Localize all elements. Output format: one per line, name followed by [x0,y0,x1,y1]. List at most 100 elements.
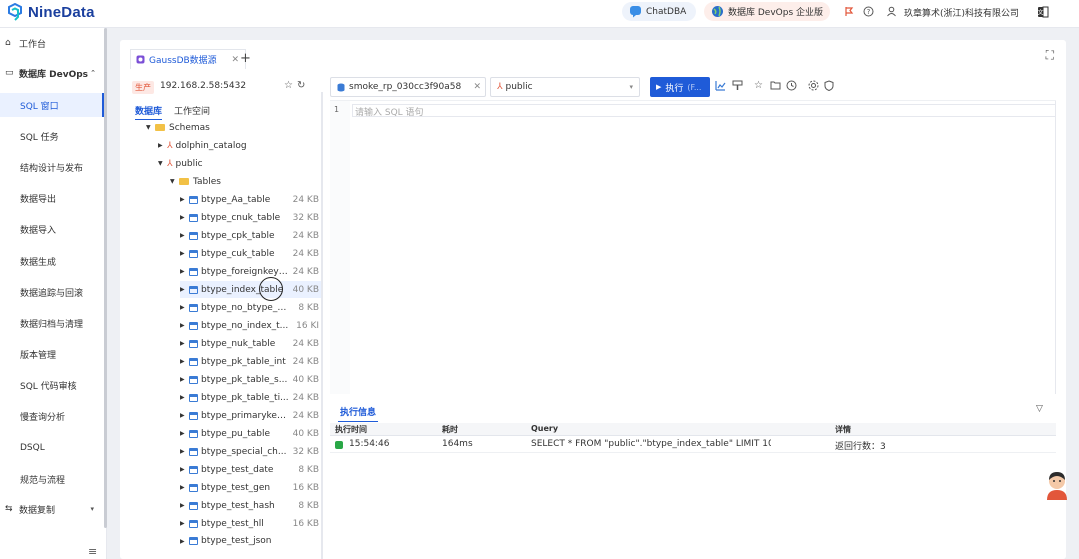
clear-icon[interactable]: ✕ [473,82,481,92]
success-status-icon [335,441,343,449]
sql-input[interactable]: 请输入 SQL 语句 [352,104,1056,118]
table-row[interactable]: ▶ btype_test_hll 16 KB [180,515,321,532]
table-row[interactable]: ▶ btype_nuk_table 24 KB [180,335,321,352]
sidebar-item-sql-task[interactable]: SQL 任务 [0,124,104,148]
logo[interactable]: NineData [6,3,95,21]
table-row[interactable]: ▶ btype_test_gen 16 KB [180,479,321,496]
sidebar-item-data-export[interactable]: 数据导出 [0,186,104,210]
table-row[interactable]: ▶ btype_pu_table 40 KB [180,425,321,442]
sidebar-item-workbench[interactable]: ⌂ 工作台 [0,31,104,55]
tree-node-tables[interactable]: ▼ Tables [170,173,221,190]
sidebar-item-data-tracking[interactable]: 数据追踪与回滚 [0,280,104,304]
sidebar-item-standards[interactable]: 规范与流程 [0,467,104,491]
sidebar-item-schema-design[interactable]: 结构设计与发布 [0,155,104,179]
table-name: btype_cnuk_table [201,212,281,223]
table-row[interactable]: ▶ btype_no_index_t... 16 KI [180,317,321,334]
sidebar-item-data-archive[interactable]: 数据归档与清理 [0,311,104,335]
close-icon[interactable]: ✕ [231,55,239,65]
line-number: 1 [334,105,340,114]
tab-workspace[interactable]: 工作空间 [174,104,210,117]
table-row[interactable]: ▶ btype_cnuk_table 32 KB [180,209,321,226]
table-row[interactable]: ▶ btype_cpk_table 24 KB [180,227,321,244]
add-tab-icon[interactable]: + [240,51,251,66]
table-name: btype_pk_table_int [201,356,286,367]
explain-icon[interactable] [715,80,726,94]
favorite-icon[interactable]: ☆ [754,80,763,91]
sidebar-group-devops[interactable]: ▭ 数据库 DevOps ⌃ [0,61,104,85]
collapse-menu-icon[interactable]: ≡ [88,545,97,558]
sidebar-item-data-generation[interactable]: 数据生成 [0,249,104,273]
table-row[interactable]: ▶ btype_pk_table_ti... 24 KB [180,389,321,406]
sidebar-item-label: 数据归档与清理 [20,319,84,330]
database-select[interactable]: smoke_rp_030cc3f90a58 ✕ [330,77,486,97]
table-row[interactable]: 15:54:46 164ms SELECT * FROM "public"."b… [330,437,1056,453]
sidebar-group-replication[interactable]: ⇆ 数据复制 ▾ [0,497,104,521]
table-name: btype_test_gen [201,482,271,493]
table-row[interactable]: ▶ btype_cuk_table 24 KB [180,245,321,262]
table-row[interactable]: ▶ btype_test_json [180,533,321,549]
svg-text:文: 文 [1037,8,1043,16]
caret-right-icon: ▶ [180,214,185,221]
history-icon[interactable] [786,80,797,94]
devops-edition-button[interactable]: 数据库 DevOps 企业版 [704,2,830,21]
folder-open-icon[interactable] [770,80,781,93]
chatdba-button[interactable]: ChatDBA [622,2,696,21]
collapse-result-icon[interactable]: ▽ [1036,404,1043,414]
fullscreen-icon[interactable]: ⛶ [1046,48,1054,63]
sql-editor[interactable]: 1 请输入 SQL 语句 [330,100,1056,394]
user-icon[interactable] [885,5,898,18]
table-row[interactable]: ▶ btype_Aa_table 24 KB [180,191,321,208]
company-name[interactable]: 玖章算术(浙江)科技有限公司 [904,6,1019,19]
format-icon[interactable] [732,80,743,94]
table-row[interactable]: ▶ btype_foreignkeyt... 24 KB [180,263,321,280]
sidebar-item-label: SQL 窗口 [20,101,59,112]
table-size: 8 KB [298,464,319,475]
star-icon[interactable]: ☆ [284,80,293,91]
sidebar-scrollbar[interactable] [104,28,107,528]
table-row[interactable]: ▶ btype_no_btype_p... 8 KB [180,299,321,316]
sidebar-item-version-management[interactable]: 版本管理 [0,342,104,366]
table-size: 32 KB [292,446,319,457]
database-icon [337,83,345,91]
table-size: 40 KB [292,284,319,295]
sidebar-item-label: SQL 代码审核 [20,381,77,392]
table-icon [189,285,198,294]
table-row[interactable]: ▶ btype_primarykey... 24 KB [180,407,321,424]
table-row[interactable]: ▶ btype_special_ch... 32 KB [180,443,321,460]
tab-gaussdb-datasource[interactable]: GaussDB数据源 ✕ [130,49,246,69]
tab-execution-info[interactable]: 执行信息 [337,405,379,422]
tree-divider[interactable] [321,92,323,559]
schema-select[interactable]: ⅄ public ▾ [490,77,640,97]
tree-node-schemas[interactable]: ▼ Schemas [146,119,210,136]
caret-right-icon: ▶ [180,394,185,401]
chevron-down-icon: ▾ [90,505,94,513]
table-row[interactable]: ▶ btype_index_table 40 KB [180,281,321,298]
assistant-avatar[interactable] [1043,470,1071,500]
table-row[interactable]: ▶ btype_test_date 8 KB [180,461,321,478]
tree-node-dolphin-catalog[interactable]: ▶ ⅄ dolphin_catalog [158,137,247,154]
table-icon [189,483,198,492]
tree-node-public[interactable]: ▼ ⅄ public [158,155,203,172]
sidebar-item-slow-query[interactable]: 慢查询分析 [0,404,104,428]
run-button[interactable]: ▶ 执行 (F... [650,77,710,97]
sidebar-item-data-import[interactable]: 数据导入 [0,217,104,241]
tab-label: GaussDB数据源 [149,56,217,66]
tab-database[interactable]: 数据库 [135,104,163,120]
editor-scrollbar[interactable] [1055,101,1056,394]
sidebar-item-dsql[interactable]: DSQL [0,436,104,460]
security-icon[interactable] [824,80,834,94]
sidebar-item-sql-window[interactable]: SQL 窗口 [0,93,104,117]
settings-icon[interactable] [808,80,819,94]
table-icon [189,519,198,528]
help-icon[interactable]: ? [862,5,875,18]
table-row[interactable]: ▶ btype_test_hash 8 KB [180,497,321,514]
table-row[interactable]: ▶ btype_pk_table_s... 40 KB [180,371,321,388]
sidebar-item-sql-review[interactable]: SQL 代码审核 [0,373,104,397]
caret-right-icon: ▶ [180,250,185,257]
table-row[interactable]: ▶ btype_pk_table_int 24 KB [180,353,321,370]
table-icon [189,411,198,420]
notification-icon[interactable] [842,5,855,18]
refresh-icon[interactable]: ↻ [297,80,305,91]
sidebar-item-label: 工作台 [19,39,47,50]
language-icon[interactable]: 文 [1036,5,1049,18]
